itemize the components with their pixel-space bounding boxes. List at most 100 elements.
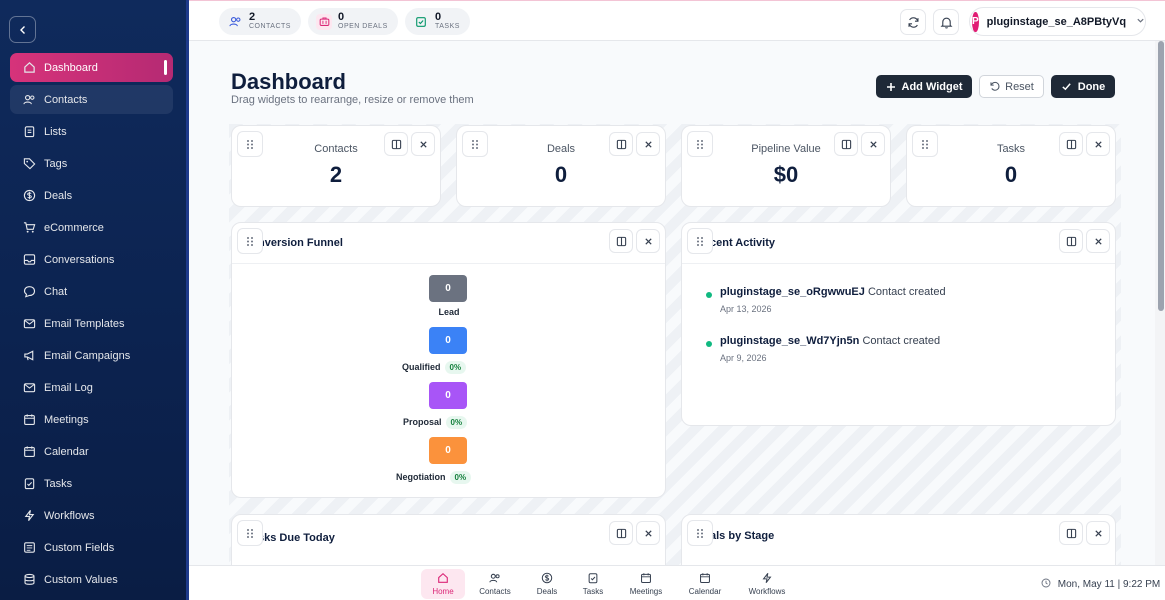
drag-handle[interactable] [237,228,263,254]
sidebar-item-label: Email Templates [44,317,125,330]
clipboard-check-icon [571,572,615,587]
sidebar-item-custom-values[interactable]: Custom Values [10,565,173,594]
open-deals-chip[interactable]: 0 OPEN DEALS [308,8,398,35]
sidebar-item-label: Calendar [44,445,89,458]
remove-widget-button[interactable] [861,132,885,156]
check-icon [1062,83,1071,91]
resize-widget-button[interactable] [1059,229,1083,253]
calendar-icon [22,445,36,459]
funnel-bar: 0 [429,275,467,302]
sidebar-item-deals[interactable]: Deals [10,181,173,210]
sidebar-item-label: Meetings [44,413,89,426]
sidebar-item-lists[interactable]: Lists [10,117,173,146]
tasks-count: 0 [435,11,442,23]
resize-widget-button[interactable] [1059,132,1083,156]
remove-widget-button[interactable] [636,132,660,156]
resize-widget-button[interactable] [1059,521,1083,545]
notifications-button[interactable] [933,9,959,35]
conversion-percent-badge: 0% [444,361,467,374]
sidebar-item-workflows[interactable]: Workflows [10,501,173,530]
sidebar-item-contacts[interactable]: Contacts [10,85,173,114]
resize-widget-button[interactable] [384,132,408,156]
resize-widget-button[interactable] [609,521,633,545]
columns-icon [616,528,626,538]
tab-deals[interactable]: Deals [525,569,569,599]
funnel-step-lead: 0 Lead [411,275,487,317]
sidebar-item-chat[interactable]: Chat [10,277,173,306]
drag-handle[interactable] [687,228,713,254]
activity-action: Contact created [862,335,941,347]
collapse-sidebar-button[interactable] [9,16,36,43]
sidebar-nav: Dashboard Contacts Lists Tags Deals eCom… [10,53,173,597]
remove-widget-button[interactable] [1086,521,1110,545]
sidebar-item-ecommerce[interactable]: eCommerce [10,213,173,242]
funnel-step-qualified: 0 Qualified 0% [402,327,512,375]
tasks-count-chip[interactable]: 0 TASKS [405,8,470,35]
stat-value: 0 [554,162,568,187]
contacts-count-chip[interactable]: 2 CONTACTS [219,8,301,35]
conversion-funnel-widget[interactable]: nversion Funnel 0 Lead 0 Qualified 0% 0 P… [231,222,666,498]
deals-by-stage-widget[interactable]: als by Stage [681,514,1116,565]
resize-widget-button[interactable] [609,132,633,156]
sidebar-item-email-campaigns[interactable]: Email Campaigns [10,341,173,370]
sidebar-item-label: eCommerce [44,221,104,234]
contacts-count: 2 [249,11,256,23]
scrollbar-thumb[interactable] [1158,41,1164,311]
home-icon [22,61,36,75]
deals-stat-widget[interactable]: Deals 0 [456,125,666,207]
conversion-percent-badge: 0% [449,471,472,484]
add-widget-button[interactable]: Add Widget [876,75,972,98]
tab-meetings[interactable]: Meetings [624,569,668,599]
stat-value: 0 [1004,162,1018,187]
sidebar-item-tags[interactable]: Tags [10,149,173,178]
tab-contacts[interactable]: Contacts [473,569,517,599]
chevron-down-icon [1136,16,1145,28]
resize-widget-button[interactable] [834,132,858,156]
database-icon [22,573,36,587]
status-dot [706,292,712,298]
done-button[interactable]: Done [1051,75,1115,98]
tab-calendar[interactable]: Calendar [683,569,727,599]
columns-icon [391,139,401,149]
drag-handle[interactable] [687,520,713,546]
remove-widget-button[interactable] [411,132,435,156]
sidebar-item-dashboard[interactable]: Dashboard [10,53,173,82]
reset-label: Reset [1005,80,1034,93]
remove-widget-button[interactable] [636,229,660,253]
recent-activity-widget[interactable]: cent Activity pluginstage_se_oRgwwuEJ Co… [681,222,1116,426]
page-title: Dashboard [231,69,346,94]
sidebar-item-custom-fields[interactable]: Custom Fields [10,533,173,562]
user-menu[interactable]: P pluginstage_se_A8PBtyVq [969,7,1146,36]
users-icon [227,14,243,30]
sidebar-item-email-templates[interactable]: Email Templates [10,309,173,338]
sidebar-item-label: Tags [44,157,68,170]
tasks-due-today-widget[interactable]: sks Due Today [231,514,666,565]
sidebar-item-tasks[interactable]: Tasks [10,469,173,498]
briefcase-icon [316,13,332,30]
sidebar-item-email-log[interactable]: Email Log [10,373,173,402]
pipeline-value-widget[interactable]: Pipeline Value $0 [681,125,891,207]
remove-widget-button[interactable] [1086,229,1110,253]
widget-title: als by Stage [710,530,775,542]
reset-button[interactable]: Reset [979,75,1044,98]
remove-widget-button[interactable] [636,521,660,545]
funnel-step-negotiation: 0 Negotiation 0% [396,437,516,485]
drag-handle[interactable] [237,520,263,546]
sidebar-item-meetings[interactable]: Meetings [10,405,173,434]
contacts-stat-widget[interactable]: Contacts 2 [231,125,441,207]
tab-workflows[interactable]: Workflows [743,569,791,599]
remove-widget-button[interactable] [1086,132,1110,156]
sidebar-item-conversations[interactable]: Conversations [10,245,173,274]
refresh-button[interactable] [900,9,926,35]
funnel-label: Qualified [402,362,441,372]
page-scrollbar[interactable] [1157,41,1165,565]
resize-widget-button[interactable] [609,229,633,253]
undo-icon [990,81,1000,91]
tab-home[interactable]: Home [421,569,465,599]
stat-value: 2 [329,162,343,187]
sidebar-item-calendar[interactable]: Calendar [10,437,173,466]
close-icon [869,140,877,148]
tab-tasks[interactable]: Tasks [571,569,615,599]
close-icon [644,529,652,537]
tasks-stat-widget[interactable]: Tasks 0 [906,125,1116,207]
